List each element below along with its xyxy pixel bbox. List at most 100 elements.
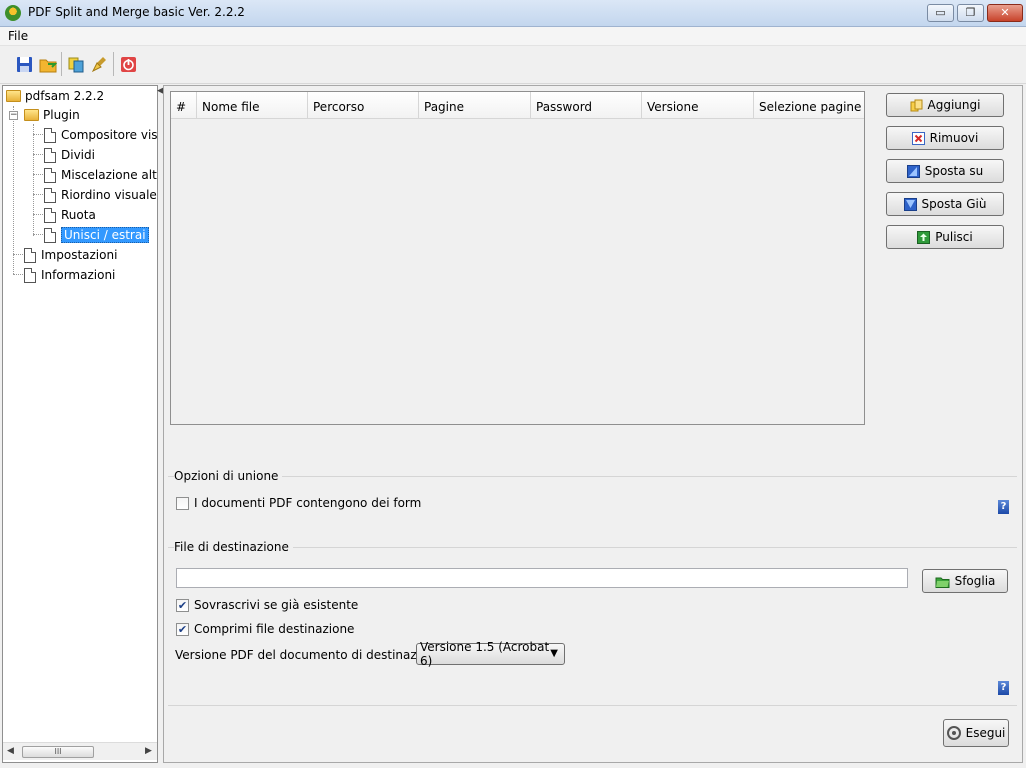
tree-item-label: Informazioni bbox=[41, 268, 116, 282]
folder-icon bbox=[6, 90, 21, 102]
compress-checkbox-row[interactable]: ✔ Comprimi file destinazione bbox=[176, 622, 354, 636]
tree-item-riordino[interactable]: Riordino visuale bbox=[44, 186, 157, 204]
document-icon bbox=[44, 147, 56, 163]
exit-icon[interactable] bbox=[118, 54, 138, 74]
file-table[interactable]: # Nome file Percorso Pagine Password Ver… bbox=[170, 91, 865, 425]
document-icon bbox=[44, 207, 56, 223]
remove-button-label: Rimuovi bbox=[929, 131, 979, 145]
tree-item-label: Plugin bbox=[43, 108, 80, 122]
forms-checkbox-label: I documenti PDF contengono dei form bbox=[194, 496, 422, 510]
clear-list-icon bbox=[917, 230, 931, 244]
column-header-password[interactable]: Password bbox=[531, 92, 642, 119]
restore-button[interactable]: ❐ bbox=[957, 4, 984, 22]
tree-item-ruota[interactable]: Ruota bbox=[44, 206, 96, 224]
tree-guide bbox=[33, 134, 43, 135]
overwrite-checkbox-label: Sovrascrivi se già esistente bbox=[194, 598, 359, 612]
close-button[interactable]: ✕ bbox=[987, 4, 1023, 22]
tree-guide bbox=[13, 254, 23, 255]
destination-path-input[interactable] bbox=[176, 568, 908, 588]
tree-item-label: Ruota bbox=[61, 208, 96, 222]
add-button[interactable]: Aggiungi bbox=[886, 93, 1004, 117]
gear-icon bbox=[946, 726, 961, 740]
pdf-version-select[interactable]: Versione 1.5 (Acrobat 6) ▼ bbox=[416, 640, 565, 668]
browse-button-label: Sfoglia bbox=[954, 574, 996, 588]
tree-item-dividi[interactable]: Dividi bbox=[44, 146, 95, 164]
remove-icon bbox=[911, 131, 925, 145]
add-button-label: Aggiungi bbox=[927, 98, 981, 112]
clear-icon[interactable] bbox=[89, 54, 109, 74]
minimize-button[interactable]: ▭ bbox=[927, 4, 954, 22]
scrollbar-thumb[interactable]: III bbox=[22, 746, 94, 758]
tree-guide bbox=[33, 214, 43, 215]
tree-horizontal-scrollbar[interactable]: ◀ III ▶ bbox=[3, 742, 157, 760]
destination-label: File di destinazione bbox=[174, 540, 293, 554]
menu-bar: File bbox=[0, 27, 1026, 46]
tree-item-label: pdfsam 2.2.2 bbox=[25, 89, 105, 103]
table-header: # Nome file Percorso Pagine Password Ver… bbox=[171, 92, 864, 119]
help-icon[interactable]: ? bbox=[998, 500, 1009, 514]
document-icon bbox=[44, 227, 56, 243]
collapse-icon[interactable]: − bbox=[9, 111, 18, 120]
tree-item-unisci[interactable]: Unisci / estrai bbox=[44, 226, 149, 244]
tree-item-plugin[interactable]: Plugin bbox=[24, 106, 80, 124]
column-header-pages[interactable]: Pagine bbox=[419, 92, 531, 119]
tree-item-informazioni[interactable]: Informazioni bbox=[24, 266, 115, 284]
column-header-filename[interactable]: Nome file bbox=[197, 92, 308, 119]
document-icon bbox=[44, 187, 56, 203]
run-button-label: Esegui bbox=[965, 726, 1006, 740]
remove-button[interactable]: Rimuovi bbox=[886, 126, 1004, 150]
move-up-icon bbox=[906, 164, 920, 178]
forms-checkbox[interactable] bbox=[176, 496, 189, 510]
tree-item-impostazioni[interactable]: Impostazioni bbox=[24, 246, 117, 264]
overwrite-checkbox-row[interactable]: ✔ Sovrascrivi se già esistente bbox=[176, 598, 358, 612]
tree-guide bbox=[33, 124, 34, 236]
tree-item-label: Riordino visuale bbox=[61, 188, 157, 202]
compress-checkbox-label: Comprimi file destinazione bbox=[194, 622, 355, 636]
tree-item-miscelazione[interactable]: Miscelazione alter bbox=[44, 166, 157, 184]
tree-guide bbox=[33, 234, 43, 235]
tree-item-label: Dividi bbox=[61, 148, 95, 162]
move-up-button[interactable]: Sposta su bbox=[886, 159, 1004, 183]
clear-list-button[interactable]: Pulisci bbox=[886, 225, 1004, 249]
run-button[interactable]: Esegui bbox=[943, 719, 1009, 747]
open-icon[interactable] bbox=[38, 54, 58, 74]
column-header-number[interactable]: # bbox=[171, 92, 197, 119]
save-icon[interactable] bbox=[14, 54, 34, 74]
pdf-version-selected: Versione 1.5 (Acrobat 6) bbox=[420, 640, 550, 668]
pdf-version-label: Versione PDF del documento di destinazio… bbox=[175, 648, 447, 662]
forms-checkbox-row[interactable]: I documenti PDF contengono dei form bbox=[176, 496, 421, 510]
merge-options-label: Opzioni di unione bbox=[174, 469, 283, 483]
tile-icon[interactable] bbox=[66, 54, 86, 74]
tree-guide bbox=[33, 174, 43, 175]
column-header-page-selection[interactable]: Selezione pagine bbox=[754, 92, 864, 119]
column-header-version[interactable]: Versione bbox=[642, 92, 754, 119]
pdfsam-app-icon bbox=[5, 5, 21, 21]
status-bar bbox=[0, 763, 1026, 768]
overwrite-checkbox[interactable]: ✔ bbox=[176, 598, 189, 612]
scroll-left-icon[interactable]: ◀ bbox=[7, 746, 14, 756]
window-title: PDF Split and Merge basic Ver. 2.2.2 bbox=[28, 5, 245, 19]
folder-open-icon bbox=[24, 109, 39, 121]
tree-item-label: Impostazioni bbox=[41, 248, 118, 262]
document-icon bbox=[44, 127, 56, 143]
compress-checkbox[interactable]: ✔ bbox=[176, 622, 189, 636]
toolbar-separator bbox=[113, 52, 114, 76]
move-down-icon bbox=[903, 197, 917, 211]
help-icon[interactable]: ? bbox=[998, 681, 1009, 695]
menu-file[interactable]: File bbox=[8, 29, 28, 43]
toolbar bbox=[0, 46, 1026, 84]
document-icon bbox=[44, 167, 56, 183]
move-down-button[interactable]: Sposta Giù bbox=[886, 192, 1004, 216]
tree-item-root[interactable]: pdfsam 2.2.2 bbox=[6, 87, 104, 105]
tree-guide bbox=[13, 106, 14, 274]
tree-item-compositore[interactable]: Compositore visu bbox=[44, 126, 157, 144]
column-header-path[interactable]: Percorso bbox=[308, 92, 419, 119]
divider bbox=[168, 705, 1017, 706]
document-icon bbox=[24, 247, 36, 263]
document-icon bbox=[24, 267, 36, 283]
tree-guide bbox=[33, 194, 43, 195]
browse-button[interactable]: Sfoglia bbox=[922, 569, 1008, 593]
chevron-down-icon: ▼ bbox=[550, 648, 558, 659]
scroll-right-icon[interactable]: ▶ bbox=[145, 746, 152, 756]
move-down-button-label: Sposta Giù bbox=[921, 197, 987, 211]
